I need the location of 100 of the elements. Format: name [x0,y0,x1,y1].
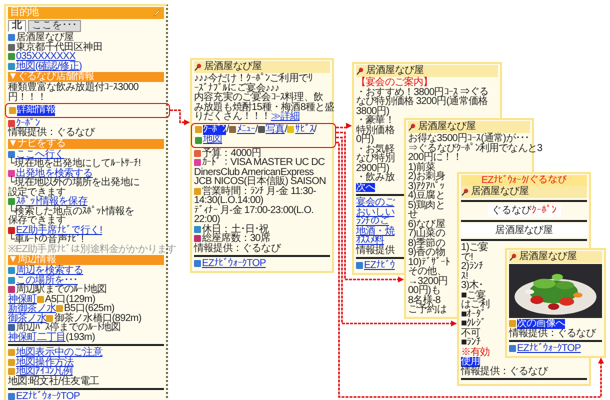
link[interactable]: EZ助手席ﾅﾋﾞで行く! [16,226,102,235]
coupon-button[interactable]: ぐるなびｸｰﾎﾟﾝ [488,205,560,217]
info-text: 内容充実のご宴会ｺｰｽ料理、飲 [194,93,324,102]
link[interactable]: ここへ行く [16,150,64,159]
pin-icon [356,67,364,75]
link[interactable]: おいしい [356,208,394,217]
info-text: └現在地以外の場所を出発地に [8,178,140,188]
info-text: ■ｸﾚｼﾞ [461,319,486,328]
link[interactable]: 宴会のご [356,198,394,208]
banner-text: EZﾅﾋﾞｳｫｰｸ/ぐるなび [461,175,587,186]
info-text: 設定できます [8,188,66,197]
info-text: / [314,124,316,135]
info-text: └検索した地点のｽﾎﾟｯﾄ情報を [8,206,134,216]
info-text: 8名様-8 [408,296,440,305]
info-text: └車ﾙｰﾄの音声ﾅﾋﾞ! [8,235,84,244]
link[interactable]: この場所を･･･ [16,276,78,285]
tab[interactable]: ここを･･･ [28,20,81,32]
link[interactable]: 神保町 [8,294,37,304]
info-text: 2900円) [356,164,390,173]
info-text: ⇒ぐるなびｸｰﾎﾟﾝ利用でなんと3 [408,144,542,153]
link[interactable]: 御茶ノ水 [8,314,46,323]
info-text: ・おすすめ！3800円ｺｰｽ ⇒ぐる [356,88,489,97]
link[interactable]: 地図表示中のご注意 [16,348,102,358]
info-text: / [226,124,229,135]
link[interactable]: ｻﾋﾞｽ [295,124,314,135]
info-text: 東京都千代田区神田 [16,42,102,52]
info-text: ■ｵｰﾀﾞ [461,310,486,319]
info-text: 営業時間：ﾗﾝﾁ 月-金 11:30- [202,186,316,196]
info-text: 1)前菜 [408,162,436,172]
info-text: 9)香の物 [408,248,445,258]
info-text: 特別価格 [356,126,394,135]
info-text: 情報提供：ぐるなび [194,244,280,253]
info-text: 種類豊富な飲み放題付ｺｰｽ3000 [8,83,138,92]
info-text: 14:30(L.O.14:00) [194,196,264,206]
info-text: お得な3500円ｺｰｽ(通常)が･･･ [408,134,530,144]
notice-text: ※有効 [461,348,490,357]
info-text: 8)季節の [408,238,445,248]
link[interactable]: 地図 [203,135,222,146]
info-text: ｶｰﾄﾞ：VISA MASTER UC DC [202,158,325,168]
pin-icon [408,123,416,131]
page-title: 居酒屋なび屋 [519,251,577,263]
page-title: 居酒屋なび屋 [471,186,529,198]
link[interactable]: 出発地を検索する [16,168,93,178]
info-text: なび特別 [356,154,394,164]
link[interactable]: 地図操作方法 [16,358,74,367]
info-text: └現在地を出発地にしてﾙｰﾄｻｰﾁ! [8,159,141,168]
info-text: 予算：4000円 [202,148,262,158]
section-header: ▼ナビをする [8,138,164,148]
pin-icon [194,63,202,71]
info-text: 1)ご宴 [461,243,488,252]
info-text: / [255,124,258,135]
link[interactable]: 周辺を検索する [16,266,84,276]
info-text: はご利 [461,300,490,310]
link[interactable]: ≫詳細 [270,112,300,122]
info-text: 7)山菜の [408,229,445,238]
link[interactable]: 神保町二丁目 [8,332,66,342]
header-title: 目的地 [10,7,39,19]
pin-icon [509,253,517,261]
link[interactable]: 035XXXXXXX [16,52,76,62]
info-text: 00円)も [408,286,440,296]
notice-text: 【宴会のご案内】 [356,78,433,88]
page-title: 居酒屋なび屋 [204,61,262,72]
info-text: ■ご宴 [461,290,486,300]
link[interactable]: 地図(確認/修正) [16,62,82,71]
info-text: 200円に！！ [408,153,462,162]
info-text: せ [408,210,418,220]
info-text: 3)木･ [461,281,484,290]
link[interactable]: EZﾅﾋﾞｳｫｰｸTOP [202,259,266,268]
link[interactable]: EZﾅﾋﾞｳ [364,261,395,270]
info-text: 22:00) [194,215,220,224]
info-text: ｰｽﾞﾅﾌﾞﾙにご宴会♪♪♪ [194,84,280,93]
info-text: 4)豆腐と [408,191,445,200]
info-text: (193m) [66,332,95,342]
link[interactable]: 地酒・焼 [356,226,394,236]
info-text: 不可 [461,328,480,338]
info-text: 保存できます [8,216,66,226]
info-text: B5口(625m) [64,304,114,314]
link[interactable]: EZﾅﾋﾞｳｫｰｸTOP [517,344,581,354]
info-text: ﾃﾞｨﾅｰ 月-金 17:00-23:00(L.O. [194,206,314,215]
info-text: なび特別価格 3200円(通常価格 [356,97,488,106]
info-text: ・お気軽 [356,144,394,154]
link[interactable]: 写真 [266,124,285,135]
page-title: 居酒屋なび屋 [418,121,476,133]
info-text: 0円) [356,135,374,144]
tab[interactable]: 北 [8,20,26,32]
info-text: 2)お刺身 [408,172,445,182]
info-text: 情報提供：ぐるなび [461,366,548,376]
info-text: JCB NICOS(日本信販) SAISON [194,177,326,186]
info-text: 2)ﾗﾝﾁ [461,262,483,272]
link[interactable]: ｸｰﾎﾟﾝ [16,118,40,128]
info-text: →3200円 [408,276,448,286]
info-text: ・飲み放 [356,173,394,182]
info-text: 御茶ノ水橋口(892m) [54,314,142,323]
link[interactable]: EZﾅﾋﾞｳｫｰｸTOP [16,392,80,400]
highlighted-link[interactable]: 使用 [461,357,480,366]
link[interactable]: ｽﾎﾟｯﾄ情報を保存 [16,197,88,206]
pencil-icon[interactable] [152,8,162,18]
link[interactable]: ﾒﾆｭｰ [236,124,256,135]
info-text: 情報提供：ぐるなび [509,328,596,338]
info-text: 10)ﾃﾞｻﾞｰﾄ [408,258,450,267]
